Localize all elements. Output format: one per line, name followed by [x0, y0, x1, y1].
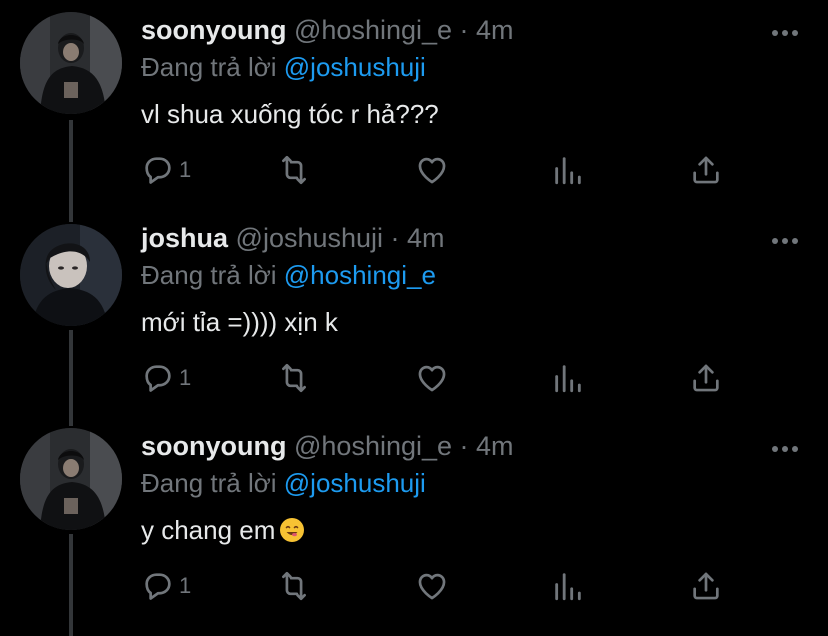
retweet-button[interactable]	[277, 358, 311, 398]
tweet-header: joshua @joshushuji · 4m	[141, 222, 445, 254]
avatar[interactable]	[20, 12, 122, 114]
thread-connector	[69, 416, 73, 426]
like-icon	[415, 153, 449, 187]
handle[interactable]: @joshushuji	[236, 223, 384, 253]
reply-icon	[141, 153, 175, 187]
views-button[interactable]	[551, 566, 585, 606]
retweet-icon	[277, 153, 311, 187]
separator: ·	[452, 431, 477, 461]
replying-to: Đang trả lời @hoshingi_e	[141, 259, 436, 291]
like-button[interactable]	[415, 150, 449, 190]
share-button[interactable]	[689, 358, 723, 398]
more-icon[interactable]	[770, 236, 800, 246]
views-icon	[551, 153, 585, 187]
replying-to-label: Đang trả lời	[141, 52, 284, 82]
retweet-button[interactable]	[277, 150, 311, 190]
thread-connector	[69, 120, 73, 208]
reply-icon	[141, 361, 175, 395]
handle[interactable]: @hoshingi_e	[294, 15, 452, 45]
reply-button[interactable]: 1	[141, 150, 191, 190]
reply-icon	[141, 569, 175, 603]
display-name[interactable]: soonyoung	[141, 431, 286, 461]
mention-link[interactable]: @joshushuji	[284, 52, 426, 82]
like-icon	[415, 361, 449, 395]
like-button[interactable]	[415, 358, 449, 398]
timestamp[interactable]: 4m	[476, 15, 514, 45]
replying-to-label: Đang trả lời	[141, 260, 284, 290]
mention-link[interactable]: @hoshingi_e	[284, 260, 436, 290]
views-button[interactable]	[551, 150, 585, 190]
views-icon	[551, 569, 585, 603]
more-icon[interactable]	[770, 444, 800, 454]
share-button[interactable]	[689, 566, 723, 606]
thread-connector	[69, 534, 73, 636]
share-icon	[689, 153, 723, 187]
reply-count: 1	[179, 573, 192, 598]
replying-to: Đang trả lời @joshushuji	[141, 51, 426, 83]
like-icon	[415, 569, 449, 603]
replying-to-label: Đang trả lời	[141, 468, 284, 498]
tweet-text: mới tỉa =)))) xịn k	[141, 307, 338, 337]
tweet-text-container: y chang em	[141, 514, 305, 546]
tweet[interactable]: soonyoung @hoshingi_e · 4m Đang trả lời …	[0, 416, 828, 636]
thread-connector	[69, 208, 73, 222]
views-icon	[551, 361, 585, 395]
tweet-header: soonyoung @hoshingi_e · 4m	[141, 430, 514, 462]
like-button[interactable]	[415, 566, 449, 606]
smiling-face-emoji	[280, 518, 305, 542]
retweet-icon	[277, 361, 311, 395]
more-icon[interactable]	[770, 28, 800, 38]
thread-connector	[69, 330, 73, 416]
views-button[interactable]	[551, 358, 585, 398]
tweet-text: y chang em	[141, 515, 276, 545]
action-bar: 1	[141, 358, 741, 398]
reply-count: 1	[179, 365, 192, 390]
action-bar: 1	[141, 150, 741, 190]
replying-to: Đang trả lời @joshushuji	[141, 467, 426, 499]
tweet[interactable]: joshua @joshushuji · 4m Đang trả lời @ho…	[0, 208, 828, 416]
reply-thread: soonyoung @hoshingi_e · 4m Đang trả lời …	[0, 0, 828, 636]
share-icon	[689, 569, 723, 603]
share-icon	[689, 361, 723, 395]
mention-link[interactable]: @joshushuji	[284, 468, 426, 498]
avatar[interactable]	[20, 428, 122, 530]
tweet-header: soonyoung @hoshingi_e · 4m	[141, 14, 514, 46]
timestamp[interactable]: 4m	[476, 431, 514, 461]
reply-button[interactable]: 1	[141, 358, 191, 398]
timestamp[interactable]: 4m	[407, 223, 445, 253]
tweet[interactable]: soonyoung @hoshingi_e · 4m Đang trả lời …	[0, 0, 828, 208]
action-bar: 1	[141, 566, 741, 606]
display-name[interactable]: soonyoung	[141, 15, 286, 45]
separator: ·	[383, 223, 408, 253]
share-button[interactable]	[689, 150, 723, 190]
retweet-button[interactable]	[277, 566, 311, 606]
display-name[interactable]: joshua	[141, 223, 228, 253]
separator: ·	[452, 15, 477, 45]
avatar[interactable]	[20, 224, 122, 326]
reply-count: 1	[179, 157, 192, 182]
reply-button[interactable]: 1	[141, 566, 191, 606]
handle[interactable]: @hoshingi_e	[294, 431, 452, 461]
tweet-text: vl shua xuống tóc r hả???	[141, 99, 439, 129]
retweet-icon	[277, 569, 311, 603]
